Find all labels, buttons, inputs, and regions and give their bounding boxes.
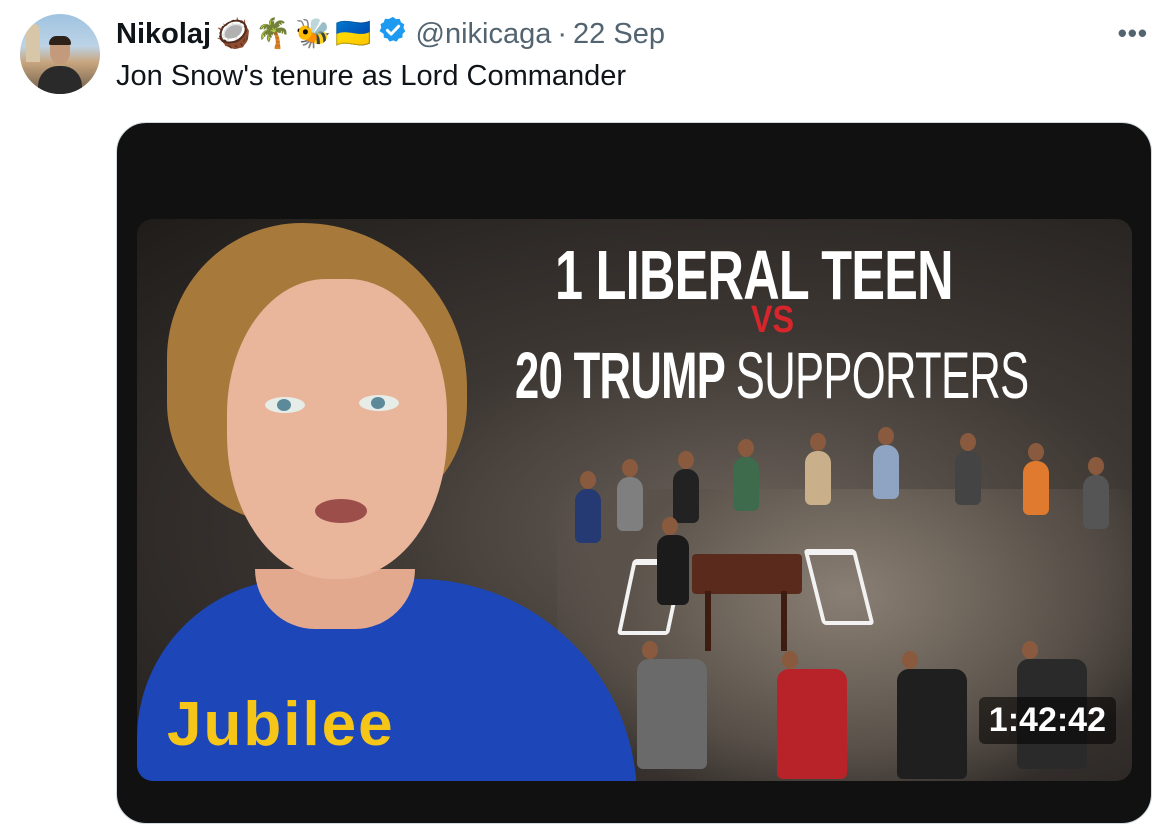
table-leg xyxy=(705,591,711,651)
participant xyxy=(1023,443,1049,515)
coconut-emoji: 🥥 xyxy=(215,18,252,50)
teen-eye xyxy=(359,395,399,411)
participant xyxy=(1083,457,1109,529)
teen-face xyxy=(227,279,447,579)
thumbnail-vs: VS xyxy=(751,299,795,341)
teen-mouth xyxy=(315,499,367,523)
palm-tree-emoji: 🌴 xyxy=(255,18,292,50)
teen-eye xyxy=(265,397,305,413)
thumbnail-headline-line2: 20 TRUMP SUPPORTERS xyxy=(515,337,1029,413)
video-duration-badge: 1:42:42 xyxy=(978,697,1116,744)
tweet-text: Jon Snow's tenure as Lord Commander xyxy=(116,60,627,92)
ukraine-flag-emoji: 🇺🇦 xyxy=(335,18,372,50)
participant xyxy=(805,433,831,505)
center-table xyxy=(692,554,802,594)
avatar-background-tower xyxy=(26,24,40,62)
participant xyxy=(873,427,899,499)
participant xyxy=(673,451,699,523)
headline-line2-bold: 20 TRUMP xyxy=(515,338,725,412)
participant xyxy=(733,439,759,511)
tweet-header: Nikolaj 🥥 🌴 🐝 🇺🇦 @nikicaga · 22 Sep xyxy=(116,16,665,52)
jubilee-logo: Jubilee xyxy=(167,690,395,759)
participant xyxy=(955,433,981,505)
avatar-torso xyxy=(38,66,82,94)
video-thumbnail[interactable]: 1 LIBERAL TEEN VS 20 TRUMP SUPPORTERS Ju… xyxy=(137,219,1132,781)
participant xyxy=(657,517,689,605)
media-card[interactable]: 1 LIBERAL TEEN VS 20 TRUMP SUPPORTERS Ju… xyxy=(116,122,1152,824)
participant xyxy=(777,651,847,779)
author-handle[interactable]: @nikicaga xyxy=(416,18,552,51)
table-leg xyxy=(781,591,787,651)
headline-line2-light: SUPPORTERS xyxy=(735,338,1029,412)
author-name[interactable]: Nikolaj xyxy=(116,18,211,51)
avatar-hair xyxy=(49,36,71,45)
more-dots-icon[interactable]: ••• xyxy=(1118,18,1148,49)
participant xyxy=(897,651,967,779)
bee-emoji: 🐝 xyxy=(295,18,332,50)
verified-badge-icon xyxy=(378,15,408,53)
avatar[interactable] xyxy=(20,14,100,94)
tweet-date[interactable]: 22 Sep xyxy=(573,18,665,51)
meta-separator: · xyxy=(557,17,568,50)
